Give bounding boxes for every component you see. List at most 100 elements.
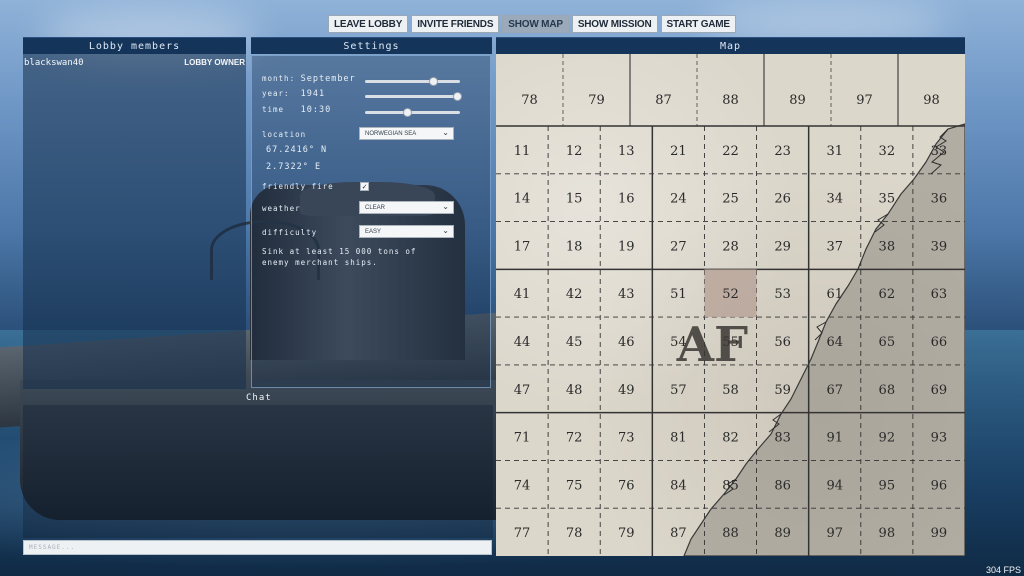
- chat-title: Chat: [246, 393, 272, 403]
- grid-cell-label: 79: [618, 526, 635, 541]
- grid-cell-label: 65: [879, 335, 896, 350]
- time-value: 10:30: [300, 105, 332, 115]
- grid-cell-label: 22: [722, 144, 739, 159]
- settings-header: Settings: [251, 37, 492, 54]
- location-value: NORWEGIAN SEA: [365, 130, 417, 137]
- grid-cell-label: 82: [722, 431, 739, 446]
- grid-cell-label: 53: [774, 287, 791, 302]
- friendly-fire-checkbox[interactable]: ✓: [360, 182, 369, 191]
- settings-title: Settings: [343, 40, 400, 52]
- leave-lobby-button[interactable]: LEAVE LOBBY: [328, 15, 409, 33]
- grid-cell-label: 46: [618, 335, 635, 350]
- grid-cell-label: 93: [931, 431, 948, 446]
- year-value: 1941: [300, 89, 326, 99]
- grid-cell-label: 52: [722, 287, 739, 302]
- top-button-bar: LEAVE LOBBY INVITE FRIENDS SHOW MAP SHOW…: [328, 15, 736, 33]
- grid-cell-label: 86: [774, 478, 791, 493]
- time-label: time: [262, 105, 285, 114]
- grid-cell-label: 99: [931, 526, 948, 541]
- member-name: blackswan40: [24, 58, 84, 68]
- location-label: location: [262, 130, 307, 139]
- map-title: Map: [719, 40, 742, 52]
- grid-cell-label: 48: [566, 383, 583, 398]
- grid-cell-label: 75: [566, 478, 583, 493]
- grid-cell-label: 59: [774, 383, 791, 398]
- mission-line-1: Sink at least 15 000 tons of: [262, 247, 417, 256]
- grid-cell-label: 25: [722, 192, 739, 207]
- grid-cell-label: 92: [879, 431, 896, 446]
- month-slider-knob[interactable]: [428, 77, 438, 86]
- grid-cell-label: 23: [774, 144, 791, 159]
- grid-cell-label: 43: [618, 287, 635, 302]
- year-slider-knob[interactable]: [452, 92, 462, 101]
- grid-cell-label: 69: [931, 383, 948, 398]
- difficulty-value: EASY: [365, 228, 382, 235]
- month-row: month: September: [262, 74, 356, 84]
- longitude: 2.7322° E: [266, 162, 322, 172]
- grid-cell-label: 36: [931, 192, 948, 207]
- grid-cell-label: 18: [566, 239, 583, 254]
- grid-cell-label: 28: [722, 239, 739, 254]
- time-slider-knob[interactable]: [403, 108, 413, 117]
- grid-cell-label: 21: [670, 144, 687, 159]
- chat-message-input[interactable]: MESSAGE...: [23, 540, 492, 555]
- grid-map[interactable]: 78 79 87 88 89 97 98 11 12 13 21 22 23 31 32 33 14 15 16 24…: [496, 54, 965, 556]
- year-slider[interactable]: [365, 92, 462, 101]
- grid-cell-label: 87: [670, 526, 687, 541]
- show-mission-button[interactable]: SHOW MISSION: [571, 15, 658, 33]
- grid-cell-label: 12: [566, 144, 583, 159]
- grid-cell-label: 33: [931, 144, 948, 159]
- chat-log[interactable]: [23, 405, 493, 538]
- grid-cell-label: 38: [879, 239, 896, 254]
- location-select[interactable]: NORWEGIAN SEA ⌄: [359, 127, 454, 140]
- grid-cell-label: 34: [826, 192, 843, 207]
- grid-cell-label: 16: [618, 192, 635, 207]
- month-value: September: [300, 74, 356, 84]
- grid-cell-label: 94: [826, 478, 843, 493]
- grid-cell-label: 41: [514, 287, 531, 302]
- grid-cell-label: 45: [566, 335, 583, 350]
- grid-cell-label: 71: [514, 431, 531, 446]
- top-grid-label: 89: [789, 93, 806, 108]
- grid-cell-label: 64: [826, 335, 843, 350]
- weather-select[interactable]: CLEAR ⌄: [359, 201, 454, 214]
- top-grid-label: 78: [521, 93, 538, 108]
- month-slider[interactable]: [365, 77, 460, 86]
- settings-panel: month: September year: 1941 time 10:30 l…: [251, 55, 491, 388]
- invite-friends-button[interactable]: INVITE FRIENDS: [411, 15, 500, 33]
- grid-cell-label: 29: [774, 239, 791, 254]
- grid-cell-label: 72: [566, 431, 583, 446]
- grid-cell-label: 32: [879, 144, 896, 159]
- grid-cell-label: 15: [566, 192, 583, 207]
- difficulty-select[interactable]: EASY ⌄: [359, 225, 454, 238]
- grid-square-af-label: AF: [676, 317, 748, 373]
- show-map-button[interactable]: SHOW MAP: [502, 15, 569, 33]
- difficulty-label: difficulty: [262, 228, 318, 237]
- lobby-member-row[interactable]: blackswan40 LOBBY OWNER: [24, 58, 245, 68]
- map-header: Map: [496, 37, 965, 54]
- weather-value: CLEAR: [365, 204, 386, 211]
- fps-counter: 304 FPS: [985, 565, 1021, 575]
- mission-description: Sink at least 15 000 tons of enemy merch…: [262, 246, 462, 268]
- grid-cell-label: 11: [514, 144, 531, 159]
- month-label: month:: [262, 74, 296, 83]
- map-grid-svg[interactable]: 78 79 87 88 89 97 98 11 12 13 21 22 23 31 32 33 14 15 16 24…: [496, 54, 965, 556]
- grid-cell-label: 61: [826, 287, 843, 302]
- top-grid-label: 87: [655, 93, 672, 108]
- grid-cell-label: 97: [826, 526, 843, 541]
- grid-cell-label: 67: [826, 383, 843, 398]
- start-game-button[interactable]: START GAME: [660, 15, 736, 33]
- grid-cell-label: 77: [514, 526, 531, 541]
- grid-cell-label: 81: [670, 431, 687, 446]
- grid-cell-label: 76: [618, 478, 635, 493]
- grid-cell-label: 98: [879, 526, 896, 541]
- grid-cell-label: 35: [879, 192, 896, 207]
- chevron-down-icon: ⌄: [442, 128, 449, 137]
- grid-cell-label: 89: [774, 526, 791, 541]
- friendly-fire-label: friendly fire: [262, 182, 334, 191]
- grid-cell-label: 96: [931, 478, 948, 493]
- latitude: 67.2416° N: [266, 145, 328, 155]
- grid-cell-label: 73: [618, 431, 635, 446]
- grid-cell-label: 14: [514, 192, 531, 207]
- time-slider[interactable]: [365, 108, 460, 117]
